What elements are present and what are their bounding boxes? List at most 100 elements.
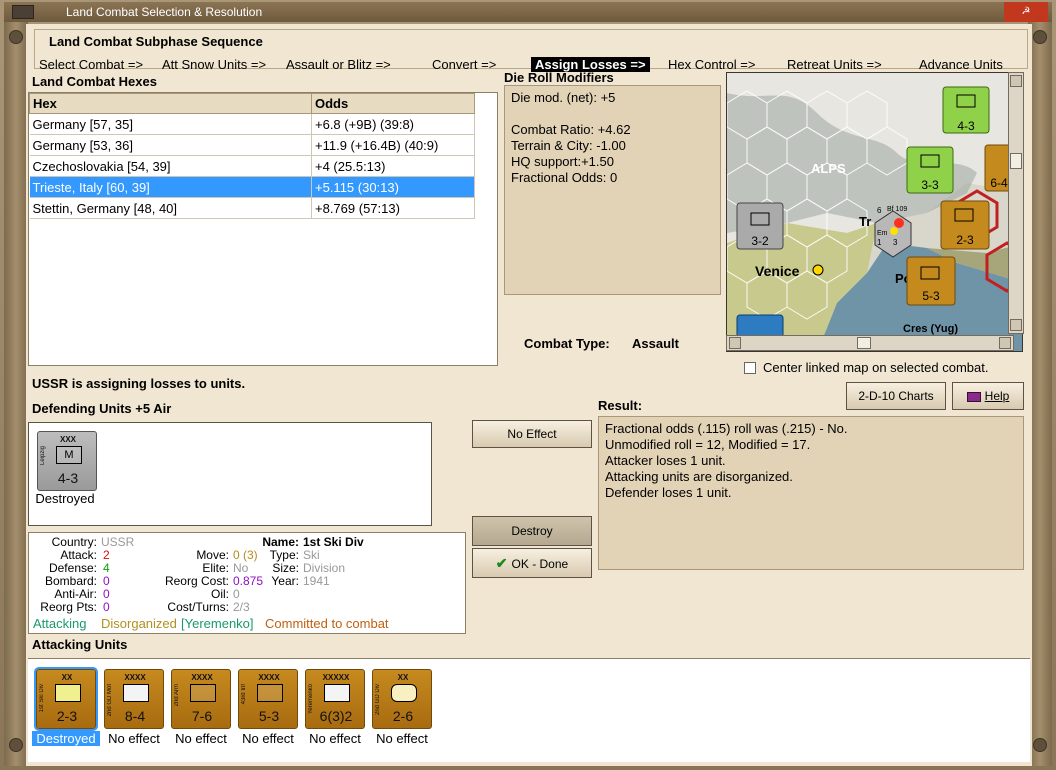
- info-antiair: 0: [103, 587, 110, 601]
- attacking-unit-counter[interactable]: XXXXX Yeremenko 6(3)2: [305, 669, 365, 729]
- map-horizontal-scrollbar[interactable]: [726, 335, 1014, 351]
- dialog-content: Land Combat Subphase Sequence Select Com…: [26, 24, 1032, 766]
- scroll-down-arrow-icon[interactable]: [1010, 319, 1022, 331]
- unit-size-label: XX: [397, 673, 409, 682]
- info-tag-leader: [Yeremenko]: [181, 616, 254, 631]
- map-counter-gray-1[interactable]: 3-2: [736, 202, 784, 250]
- info-reorg-label: Reorg Pts:: [40, 600, 97, 614]
- column-header-hex[interactable]: Hex: [29, 93, 312, 114]
- seq-step-hex-control: Hex Control =>: [668, 57, 756, 72]
- window: Land Combat Selection & Resolution ☭ Lan…: [0, 0, 1056, 770]
- guards-armor-icon: [391, 684, 417, 702]
- attacking-unit-counter[interactable]: XXXX 43rd Inf 5-3: [238, 669, 298, 729]
- armor-unit-icon: [190, 684, 216, 702]
- die-roll-line: HQ support:+1.50: [511, 154, 614, 169]
- help-button[interactable]: Help: [952, 382, 1024, 410]
- info-size-label: Size:: [272, 561, 299, 575]
- map-counter-green-1[interactable]: 4-3: [942, 86, 990, 134]
- unit-size-label: XXXX: [191, 673, 213, 682]
- table-row-selected[interactable]: Trieste, Italy [60, 39] +5.115 (30:13): [29, 176, 475, 198]
- unit-side-label: 43rd Inf: [241, 684, 247, 705]
- window-title: Land Combat Selection & Resolution: [66, 5, 263, 19]
- odds-cell: +4 (25.5:13): [311, 155, 475, 177]
- charts-button[interactable]: 2-D-10 Charts: [846, 382, 946, 410]
- book-icon: [966, 391, 981, 402]
- unit-status-label: No effect: [376, 731, 428, 746]
- ok-done-button[interactable]: ✔ OK - Done: [472, 548, 592, 578]
- horizontal-scroll-thumb[interactable]: [857, 337, 871, 349]
- map-unit-strength: 4-3: [957, 119, 975, 133]
- map-canvas[interactable]: ALPS Venice Tr Po Cres (Yug) 6 Bf 109 Em…: [727, 73, 1023, 352]
- hexes-table: Hex Odds Germany [57, 35] +6.8 (+9B) (39:…: [28, 92, 498, 366]
- scroll-up-arrow-icon[interactable]: [1010, 75, 1022, 87]
- center-map-checkbox[interactable]: [744, 362, 756, 374]
- ski-unit-icon: [55, 684, 81, 702]
- attacking-unit-counter[interactable]: XX 2nd GD Div 2-6: [372, 669, 432, 729]
- table-row[interactable]: Stettin, Germany [48, 40] +8.769 (57:13): [29, 197, 475, 219]
- seq-step-att-snow: Att Snow Units =>: [162, 57, 267, 72]
- bolt-icon: [1033, 30, 1047, 44]
- window-menu-icon[interactable]: [12, 5, 34, 19]
- info-cost-turns-label: Cost/Turns:: [167, 600, 229, 614]
- map-counter-green-2[interactable]: 3-3: [906, 146, 954, 194]
- center-map-label[interactable]: Center linked map on selected combat.: [763, 360, 988, 375]
- table-row[interactable]: Czechoslovakia [54, 39] +4 (25.5:13): [29, 155, 475, 177]
- scroll-right-arrow-icon[interactable]: [999, 337, 1011, 349]
- hex-cell: Czechoslovakia [54, 39]: [29, 155, 312, 177]
- defending-unit-counter[interactable]: XXX Leipzig M 4-3: [37, 431, 97, 491]
- map-unit-strength: 3-2: [751, 234, 769, 248]
- unit-size-label: XX: [61, 673, 73, 682]
- map-vertical-scrollbar[interactable]: [1008, 72, 1024, 334]
- map-unit-strength: 6-4: [990, 176, 1008, 190]
- subphase-sequence: Land Combat Subphase Sequence Select Com…: [34, 29, 1028, 72]
- column-header-odds[interactable]: Odds: [311, 93, 475, 114]
- result-line: Defender loses 1 unit.: [605, 485, 732, 500]
- hex-cell: Germany [53, 36]: [29, 134, 312, 156]
- defending-units-box: XXX Leipzig M 4-3 Destroyed: [28, 422, 432, 526]
- status-text: USSR is assigning losses to units.: [32, 376, 246, 391]
- seq-step-convert: Convert =>: [432, 57, 497, 72]
- unit-strength: 2-3: [56, 708, 78, 724]
- map-unit-strength: 3-3: [921, 178, 939, 192]
- map-counter-orange-1[interactable]: 2-3: [940, 200, 990, 250]
- unit-strength: 5-3: [258, 708, 280, 724]
- vertical-scroll-thumb[interactable]: [1010, 153, 1022, 169]
- no-effect-button[interactable]: No Effect: [472, 420, 592, 448]
- info-reorg: 0: [103, 600, 110, 614]
- info-antiair-label: Anti-Air:: [54, 587, 97, 601]
- info-move: 0 (3): [233, 548, 258, 562]
- info-type-label: Type:: [269, 548, 299, 562]
- info-tag-attacking: Attacking: [33, 616, 87, 631]
- info-defense-label: Defense:: [48, 561, 97, 575]
- combat-type-label: Combat Type:: [524, 336, 610, 351]
- unit-strength: 8-4: [124, 708, 146, 724]
- linked-map[interactable]: ALPS Venice Tr Po Cres (Yug) 6 Bf 109 Em…: [726, 72, 1023, 352]
- result-line: Unmodified roll = 12, Modified = 17.: [605, 437, 811, 452]
- bolt-icon: [9, 738, 23, 752]
- table-row[interactable]: Germany [53, 36] +11.9 (+16.4B) (40:9): [29, 134, 475, 156]
- info-tag-disorganized: Disorganized: [101, 616, 177, 631]
- map-counter-orange-2[interactable]: 5-3: [906, 256, 956, 306]
- bolt-icon: [1033, 738, 1047, 752]
- map-stack-count: 1: [877, 238, 882, 247]
- help-button-label: Help: [984, 389, 1010, 403]
- bolt-icon: [9, 30, 23, 44]
- infantry-unit-icon: [257, 684, 283, 702]
- attacking-unit-counter[interactable]: XX 1st Ski Div 2-3: [36, 669, 96, 729]
- attacking-unit-counter[interactable]: XXXX 2nd GD Mot 8-4: [104, 669, 164, 729]
- die-roll-line: Terrain & City: -1.00: [511, 138, 626, 153]
- table-row[interactable]: Germany [57, 35] +6.8 (+9B) (39:8): [29, 113, 475, 135]
- info-attack: 2: [103, 548, 110, 562]
- result-line: Attacking units are disorganized.: [605, 469, 793, 484]
- scroll-left-arrow-icon[interactable]: [729, 337, 741, 349]
- map-air-label: Em: [877, 230, 888, 237]
- close-icon[interactable]: ☭: [1004, 2, 1048, 22]
- hex-cell: Trieste, Italy [60, 39]: [29, 176, 312, 198]
- attacking-unit-counter[interactable]: XXXX 2nd Arm 7-6: [171, 669, 231, 729]
- hq-unit-icon: [324, 684, 350, 702]
- unit-size-label: XXXX: [124, 673, 146, 682]
- destroy-button[interactable]: Destroy: [472, 516, 592, 546]
- info-elite: No: [233, 561, 249, 575]
- die-roll-line: Combat Ratio: +4.62: [511, 122, 631, 137]
- seq-step-retreat: Retreat Units =>: [787, 57, 882, 72]
